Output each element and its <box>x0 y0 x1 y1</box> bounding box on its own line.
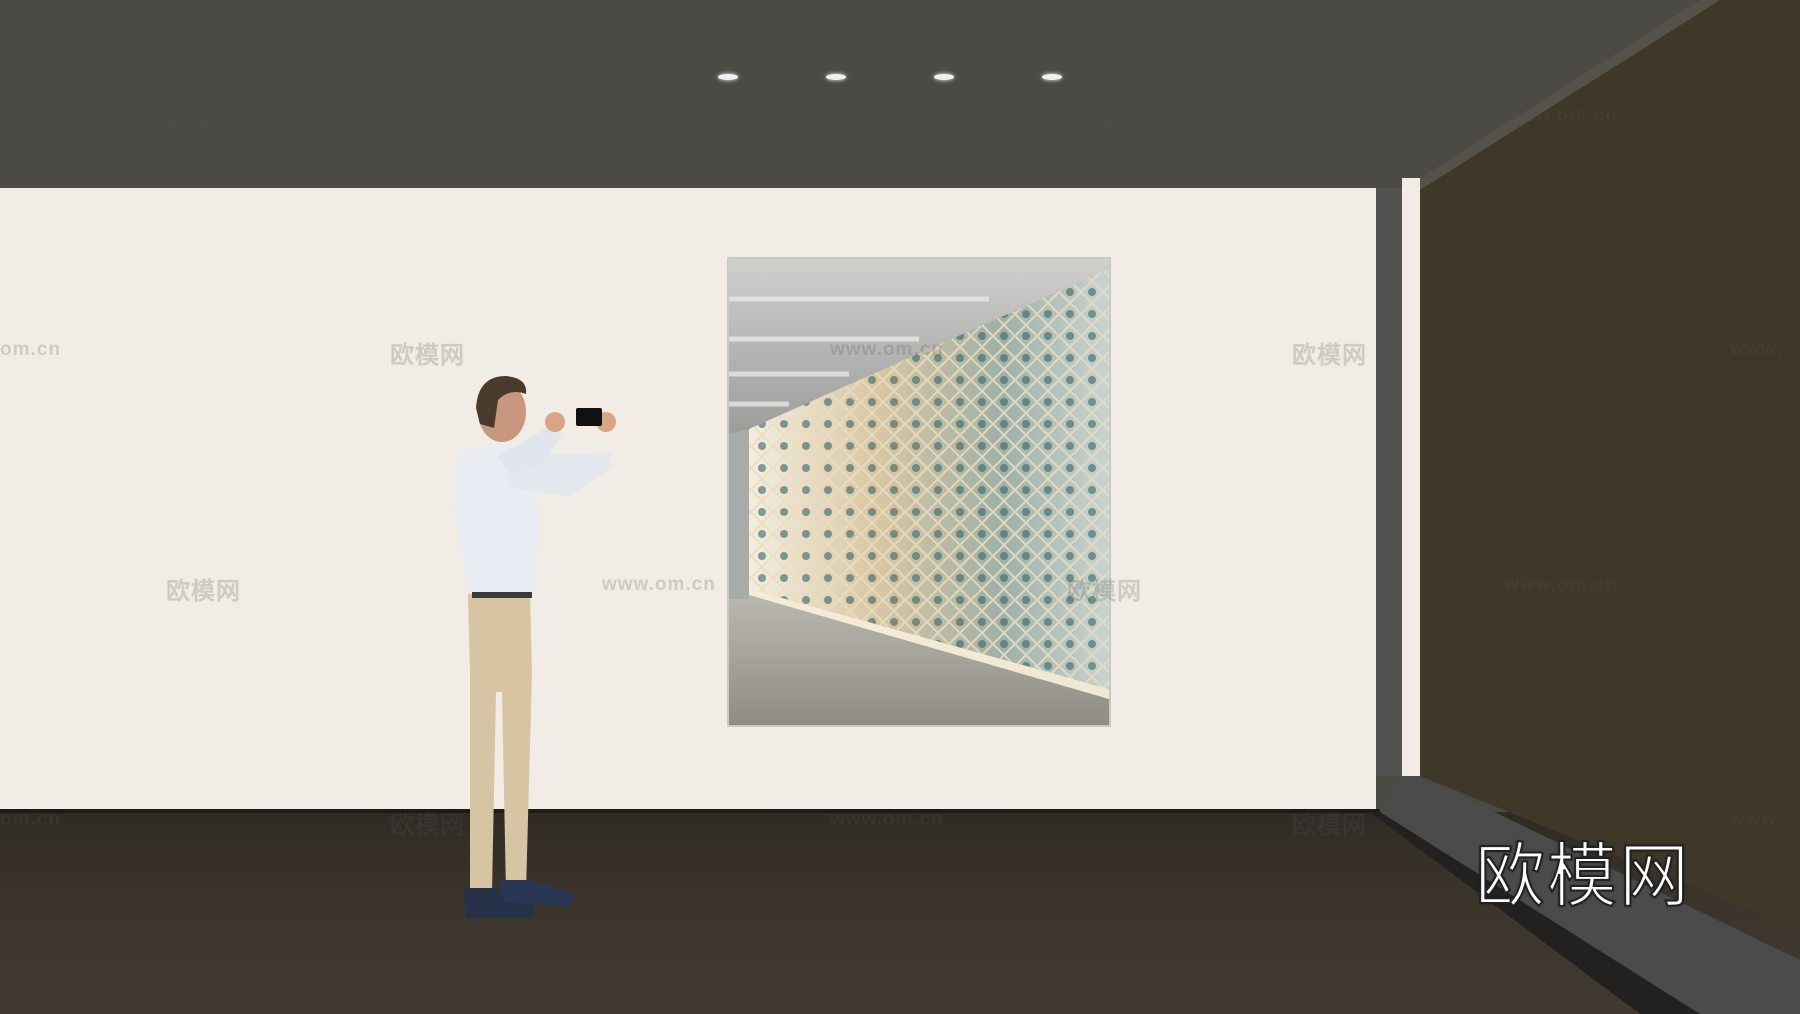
watermark-url-partial: om.cn <box>0 809 61 830</box>
watermark-url: www.om.cn <box>830 809 944 830</box>
watermark-brand: 欧模网 <box>1067 578 1142 605</box>
watermark-brand: 欧模网 <box>166 578 241 605</box>
watermark-url: www.om.cn <box>602 574 716 595</box>
watermark-brand: 欧模网 <box>390 812 465 839</box>
watermark-url: www.om.cn <box>1504 574 1618 595</box>
person-photographing-icon <box>454 376 616 918</box>
watermark-url-partial: www. <box>1730 809 1783 830</box>
watermark-brand: 欧模网 <box>1292 812 1367 839</box>
watermark-url-partial: om.cn <box>0 339 61 360</box>
framed-artwork <box>727 257 1111 727</box>
ceiling-spotlight-icon <box>826 74 846 80</box>
watermark-url: www.om.cn <box>602 105 716 126</box>
watermark-brand: 欧模网 <box>1292 342 1367 369</box>
ceiling-spotlight-icon <box>934 74 954 80</box>
gallery-scene: 欧模网 www.om.cn 欧模网 www.om.cn om.cn 欧模网 ww… <box>0 0 1800 1014</box>
watermark-brand: 欧模网 <box>166 108 241 135</box>
ceiling-spotlight-icon <box>1042 74 1062 80</box>
ceiling-spotlight-icon <box>718 74 738 80</box>
watermark-url: www.om.cn <box>830 339 944 360</box>
watermark-brand: 欧模网 <box>1067 108 1142 135</box>
brand-logo: 欧模网 <box>1474 834 1691 918</box>
watermark-url-partial: www. <box>1730 339 1783 360</box>
watermark-url: www.om.cn <box>1504 105 1618 126</box>
watermark-brand: 欧模网 <box>390 342 465 369</box>
artwork-image <box>729 259 1109 725</box>
